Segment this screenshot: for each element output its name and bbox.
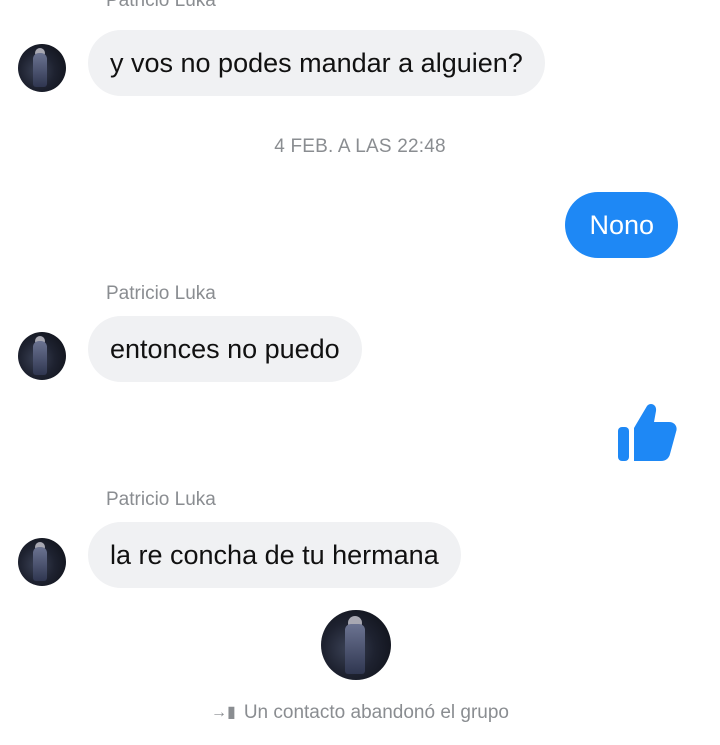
sender-name: Patricio Luka [106,489,216,510]
sender-name: Patricio Luka [106,0,216,11]
sender-avatar[interactable] [18,44,66,92]
outgoing-message[interactable]: Nono [565,192,678,258]
system-notice-text: Un contacto abandonó el grupo [243,702,509,723]
incoming-message[interactable]: la re concha de tu hermana [88,522,461,588]
sender-name: Patricio Luka [106,283,216,304]
thumbs-up-icon[interactable] [614,400,678,464]
sender-avatar[interactable] [18,332,66,380]
message-timestamp: 4 FEB. A LAS 22:48 [274,136,446,157]
incoming-message[interactable]: entonces no puedo [88,316,362,382]
avatar-figure [345,624,365,674]
avatar-figure [33,341,47,375]
exit-icon: →▮ [211,704,236,721]
chat-thread: Patricio Luka y vos no podes mandar a al… [0,0,720,745]
avatar-figure [33,547,47,581]
avatar-figure [33,53,47,87]
system-notice: →▮ Un contacto abandonó el grupo [0,702,720,724]
seen-avatar [321,610,391,680]
sender-avatar[interactable] [18,538,66,586]
incoming-message[interactable]: y vos no podes mandar a alguien? [88,30,545,96]
